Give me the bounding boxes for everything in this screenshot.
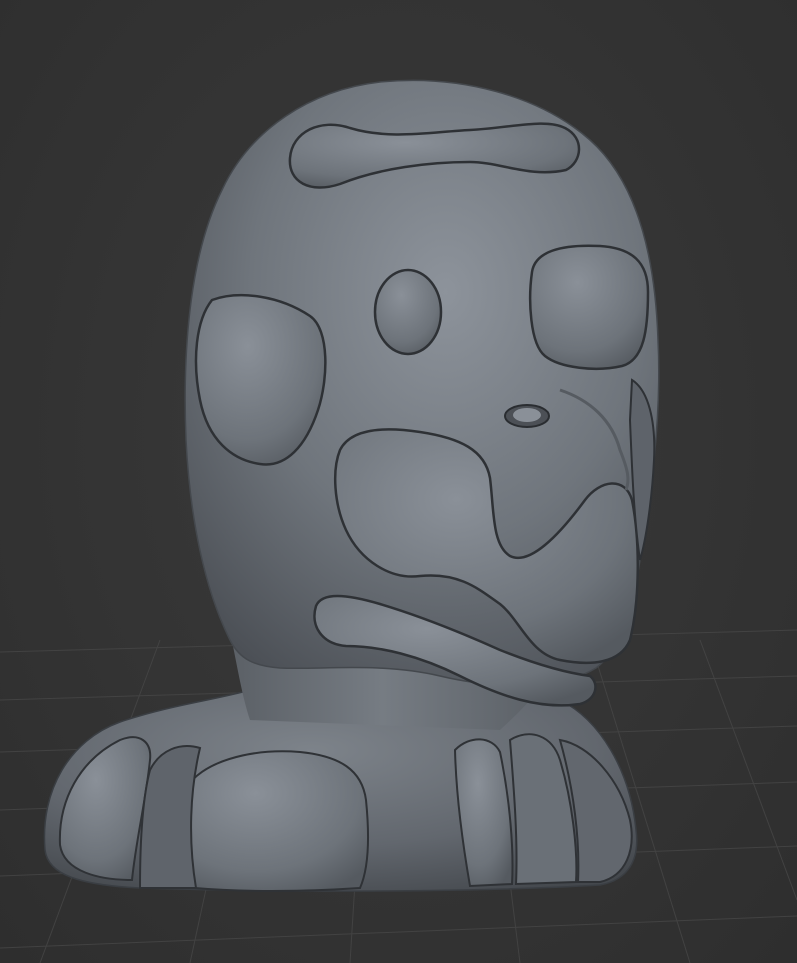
eye [513,408,541,422]
right-eye-plate [528,244,650,371]
shoulder-plate-center [179,750,369,892]
forehead-oval [373,268,443,356]
left-temple-plate [194,294,327,466]
3d-viewport[interactable] [0,0,797,963]
sculpt-model[interactable] [43,79,660,892]
viewport-canvas[interactable] [0,0,797,963]
